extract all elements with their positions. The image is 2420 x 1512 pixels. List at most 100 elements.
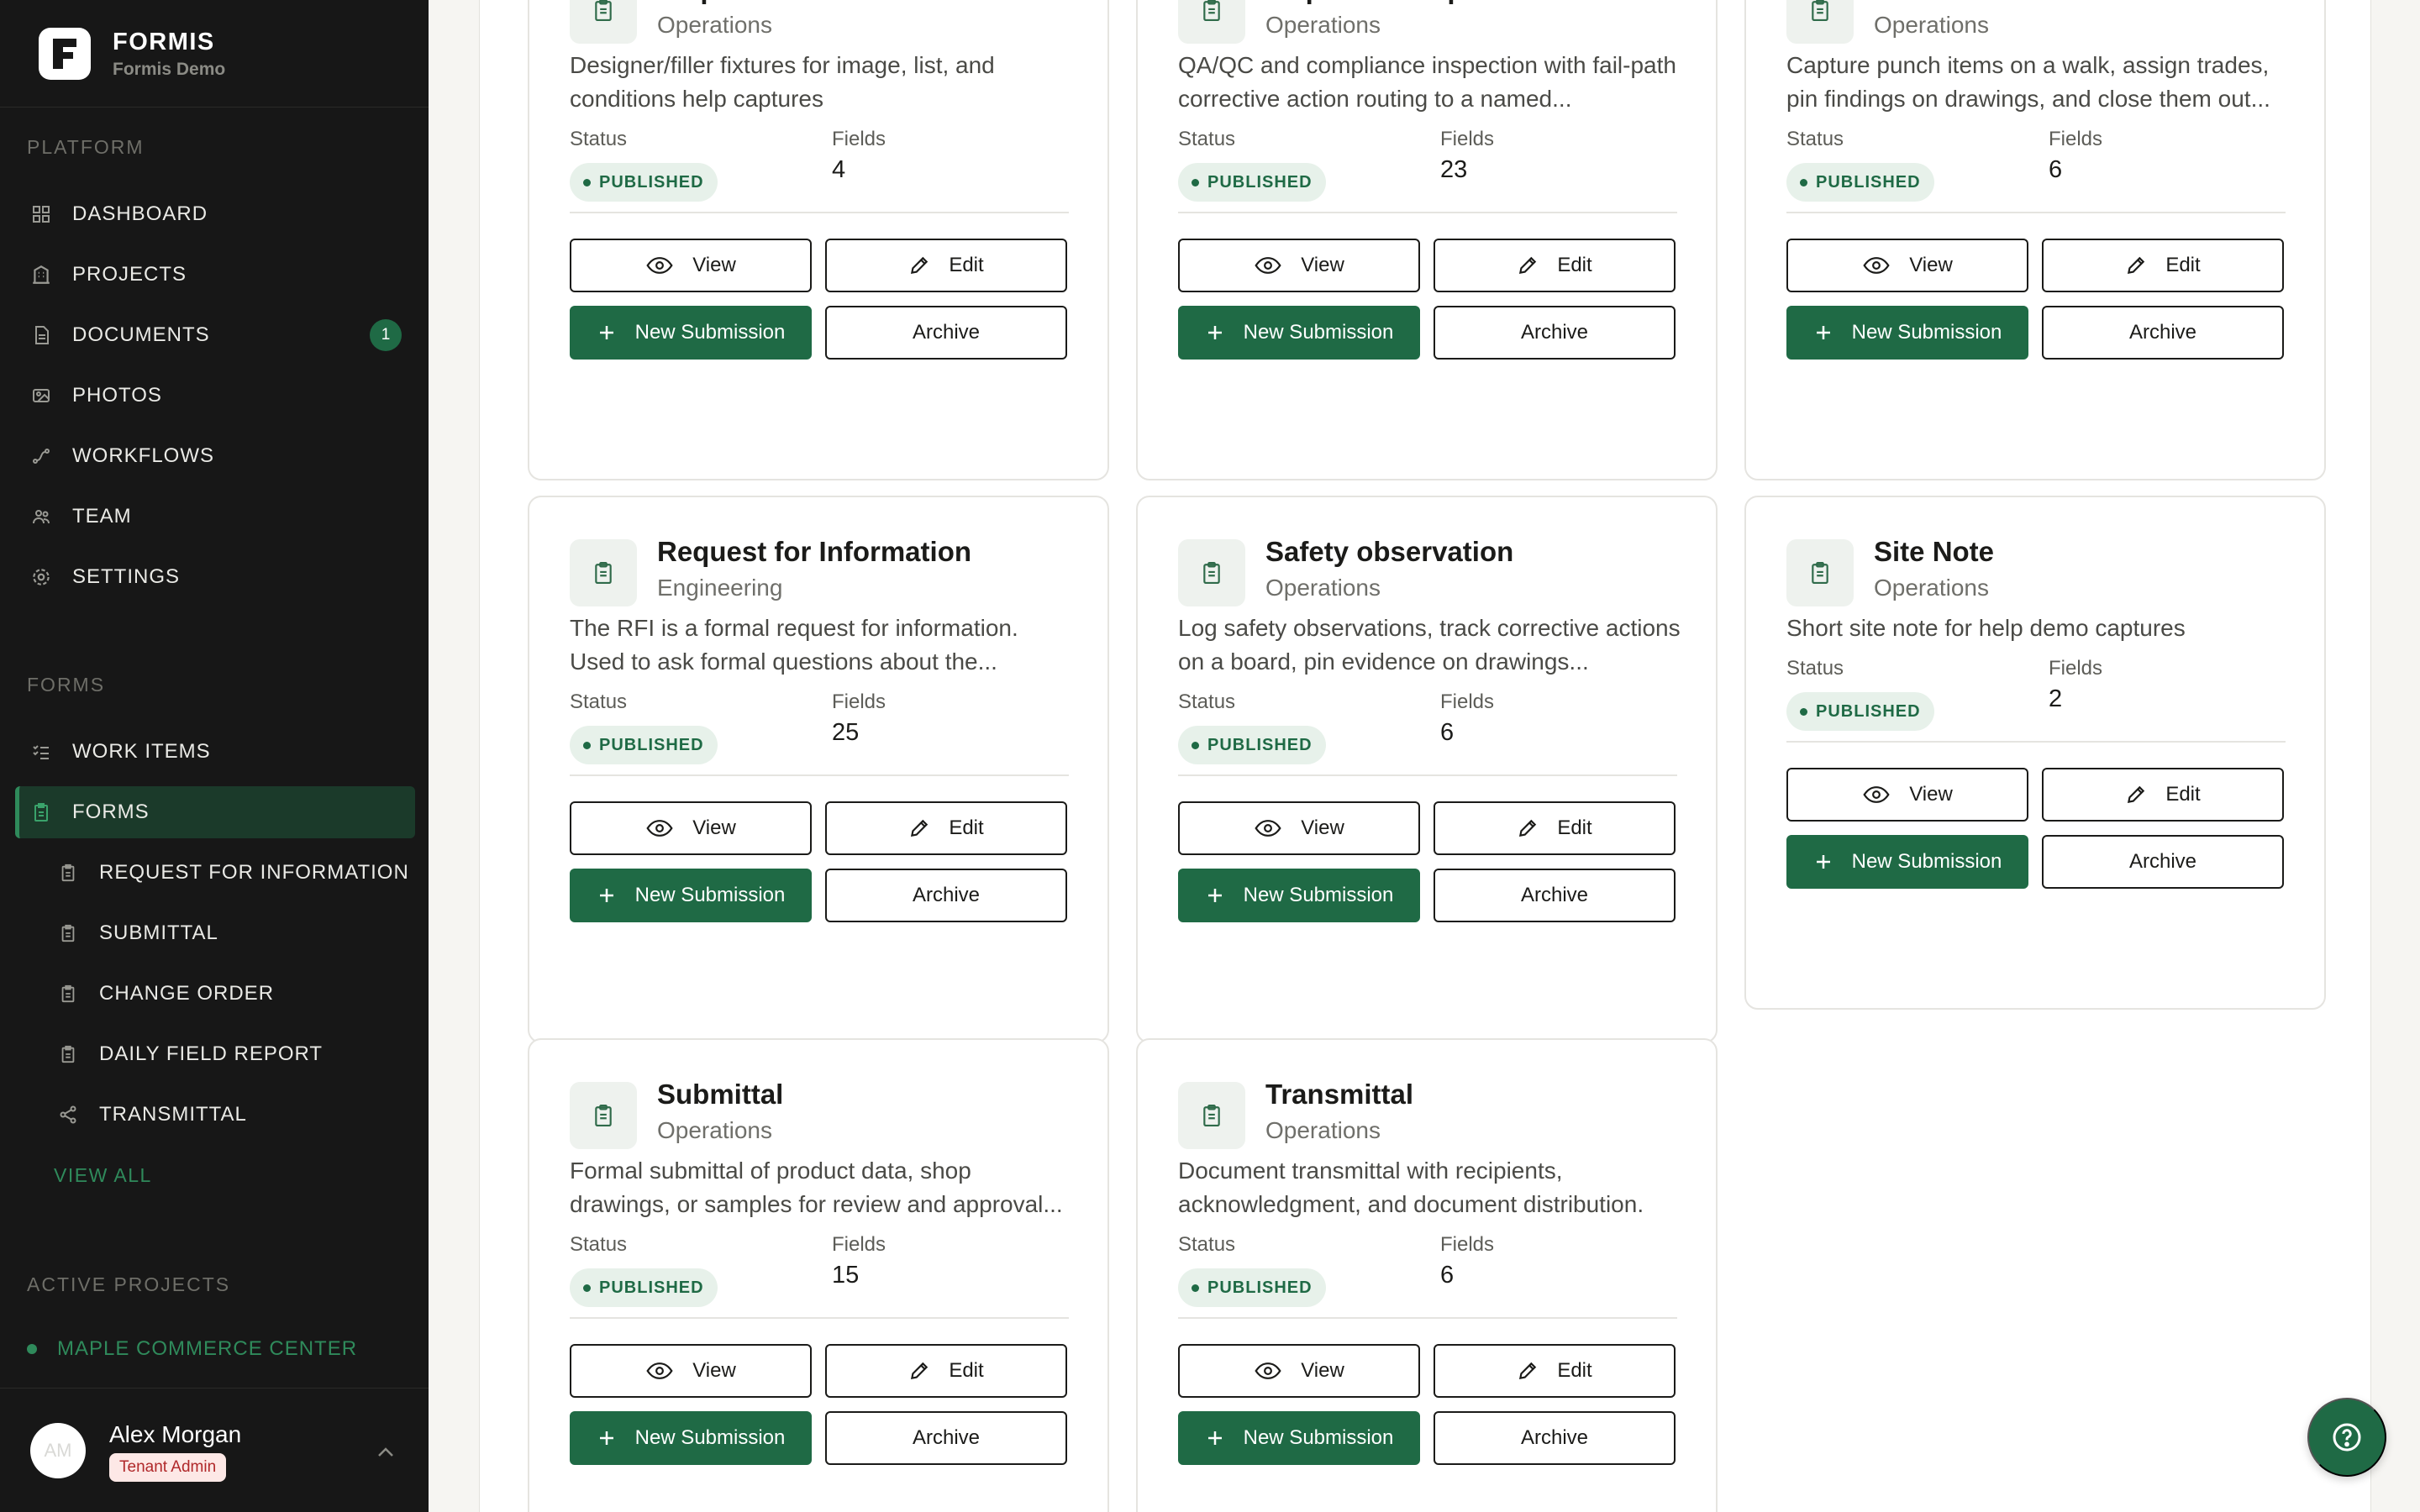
- grid-icon: [29, 202, 54, 227]
- sidebar-item-label: SETTINGS: [72, 565, 181, 588]
- photos-icon: [29, 383, 54, 408]
- view-button[interactable]: View: [570, 1344, 812, 1398]
- sidebar-item-label: PROJECTS: [72, 263, 187, 286]
- form-category: Engineering: [657, 575, 783, 601]
- archive-button[interactable]: Archive: [825, 1411, 1067, 1465]
- document-icon: [29, 323, 54, 348]
- status-label: Status: [1178, 690, 1236, 713]
- sidebar-item-dashboard[interactable]: DASHBOARD: [15, 188, 415, 240]
- view-button[interactable]: View: [570, 239, 812, 292]
- new-submission-button[interactable]: New Submission: [570, 306, 812, 360]
- new-submission-button[interactable]: New Submission: [1178, 869, 1420, 922]
- brand[interactable]: FORMIS Formis Demo: [39, 18, 225, 89]
- sidebar-item-label: WORKFLOWS: [72, 444, 214, 467]
- status-label: Status: [570, 128, 628, 150]
- view-button[interactable]: View: [570, 801, 812, 855]
- form-title[interactable]: Inspection Report: [1265, 0, 1502, 5]
- form-category: Operations: [1874, 575, 1989, 601]
- edit-button[interactable]: Edit: [825, 239, 1067, 292]
- form-title[interactable]: Safety observation: [1265, 536, 1513, 568]
- view-all-link[interactable]: VIEW ALL: [54, 1164, 152, 1187]
- edit-button[interactable]: Edit: [1434, 801, 1676, 855]
- brand-name: FORMIS: [113, 28, 215, 55]
- form-title[interactable]: Punch list: [1874, 0, 2007, 5]
- archive-button-label: Archive: [912, 1426, 981, 1449]
- fields-label: Fields: [832, 128, 886, 150]
- fields-count: 6: [2049, 156, 2063, 183]
- form-title[interactable]: Request for Information: [657, 536, 971, 568]
- gear-icon: [29, 564, 54, 590]
- view-button[interactable]: View: [1178, 239, 1420, 292]
- new-submission-button[interactable]: New Submission: [1178, 1411, 1420, 1465]
- form-title[interactable]: Site Note: [1874, 536, 1994, 568]
- sidebar-item-daily-field-report[interactable]: DAILY FIELD REPORT: [42, 1028, 415, 1080]
- form-title[interactable]: Submittal: [657, 1079, 783, 1110]
- new-submission-button[interactable]: New Submission: [570, 1411, 812, 1465]
- new-submission-button[interactable]: New Submission: [1178, 306, 1420, 360]
- team-icon: [29, 504, 54, 529]
- sidebar-item-photos[interactable]: PHOTOS: [15, 370, 415, 422]
- sidebar-item-label: REQUEST FOR INFORMATION: [99, 861, 409, 884]
- view-button[interactable]: View: [1786, 239, 2028, 292]
- form-title[interactable]: Transmittal: [1265, 1079, 1413, 1110]
- archive-button[interactable]: Archive: [1434, 1411, 1676, 1465]
- sidebar-item-project[interactable]: MAPLE COMMERCE CENTER: [27, 1337, 357, 1361]
- avatar[interactable]: AM: [30, 1423, 86, 1478]
- archive-button[interactable]: Archive: [1434, 869, 1676, 922]
- sidebar-item-submittal[interactable]: SUBMITTAL: [42, 907, 415, 959]
- form-category: Operations: [1265, 575, 1381, 601]
- form-title[interactable]: Help Form Elements: [657, 0, 925, 5]
- new-submission-button[interactable]: New Submission: [1786, 306, 2028, 360]
- edit-button[interactable]: Edit: [2042, 768, 2284, 822]
- new-submission-label: New Submission: [634, 1426, 786, 1449]
- view-button[interactable]: View: [1786, 768, 2028, 822]
- fields-count: 6: [1440, 719, 1455, 746]
- help-icon: [2333, 1423, 2361, 1452]
- edit-button-label: Edit: [1557, 254, 1592, 276]
- sidebar-item-team[interactable]: TEAM: [15, 491, 415, 543]
- sidebar-item-request-for-information[interactable]: REQUEST FOR INFORMATION: [42, 847, 415, 899]
- sidebar-item-work-items[interactable]: WORK ITEMS: [15, 726, 415, 778]
- status-badge: PUBLISHED: [1786, 692, 1934, 731]
- sidebar-item-label: SUBMITTAL: [99, 921, 218, 944]
- pencil-icon: [2125, 255, 2147, 276]
- new-submission-button[interactable]: New Submission: [1786, 835, 2028, 889]
- new-submission-button[interactable]: New Submission: [570, 869, 812, 922]
- archive-button[interactable]: Archive: [2042, 835, 2284, 889]
- archive-button-label: Archive: [2128, 850, 2197, 873]
- sidebar-item-change-order[interactable]: CHANGE ORDER: [42, 968, 415, 1020]
- edit-button[interactable]: Edit: [825, 801, 1067, 855]
- sidebar-item-workflows[interactable]: WORKFLOWS: [15, 430, 415, 482]
- archive-button[interactable]: Archive: [825, 306, 1067, 360]
- pencil-icon: [2125, 784, 2147, 806]
- view-button[interactable]: View: [1178, 801, 1420, 855]
- form-category: Operations: [657, 1117, 772, 1143]
- sidebar-item-documents[interactable]: DOCUMENTS 1: [15, 309, 415, 361]
- sidebar-item-transmittal[interactable]: TRANSMITTAL: [42, 1089, 415, 1141]
- list-icon: [29, 739, 54, 764]
- edit-button[interactable]: Edit: [825, 1344, 1067, 1398]
- view-button-label: View: [692, 1359, 736, 1382]
- edit-button[interactable]: Edit: [1434, 239, 1676, 292]
- pencil-icon: [908, 255, 930, 276]
- help-button[interactable]: [2307, 1398, 2386, 1477]
- archive-button-label: Archive: [1520, 1426, 1589, 1449]
- archive-button[interactable]: Archive: [1434, 306, 1676, 360]
- fields-count: 15: [832, 1262, 860, 1289]
- sidebar-item-forms[interactable]: FORMS: [15, 786, 415, 838]
- divider: [570, 212, 1069, 213]
- form-card: Safety observation Operations Log safety…: [1136, 496, 1718, 1043]
- edit-button[interactable]: Edit: [1434, 1344, 1676, 1398]
- view-button[interactable]: View: [1178, 1344, 1420, 1398]
- chevron-up-icon[interactable]: [373, 1440, 398, 1465]
- archive-button[interactable]: Archive: [2042, 306, 2284, 360]
- fields-label: Fields: [2049, 657, 2103, 680]
- sidebar-item-settings[interactable]: SETTINGS: [15, 551, 415, 603]
- user-role-badge: Tenant Admin: [109, 1453, 227, 1482]
- form-description: Log safety observations, track correctiv…: [1178, 615, 1681, 675]
- status-badge: PUBLISHED: [1178, 1268, 1326, 1307]
- archive-button[interactable]: Archive: [825, 869, 1067, 922]
- view-button-label: View: [692, 254, 736, 276]
- edit-button[interactable]: Edit: [2042, 239, 2284, 292]
- sidebar-item-projects[interactable]: PROJECTS: [15, 249, 415, 301]
